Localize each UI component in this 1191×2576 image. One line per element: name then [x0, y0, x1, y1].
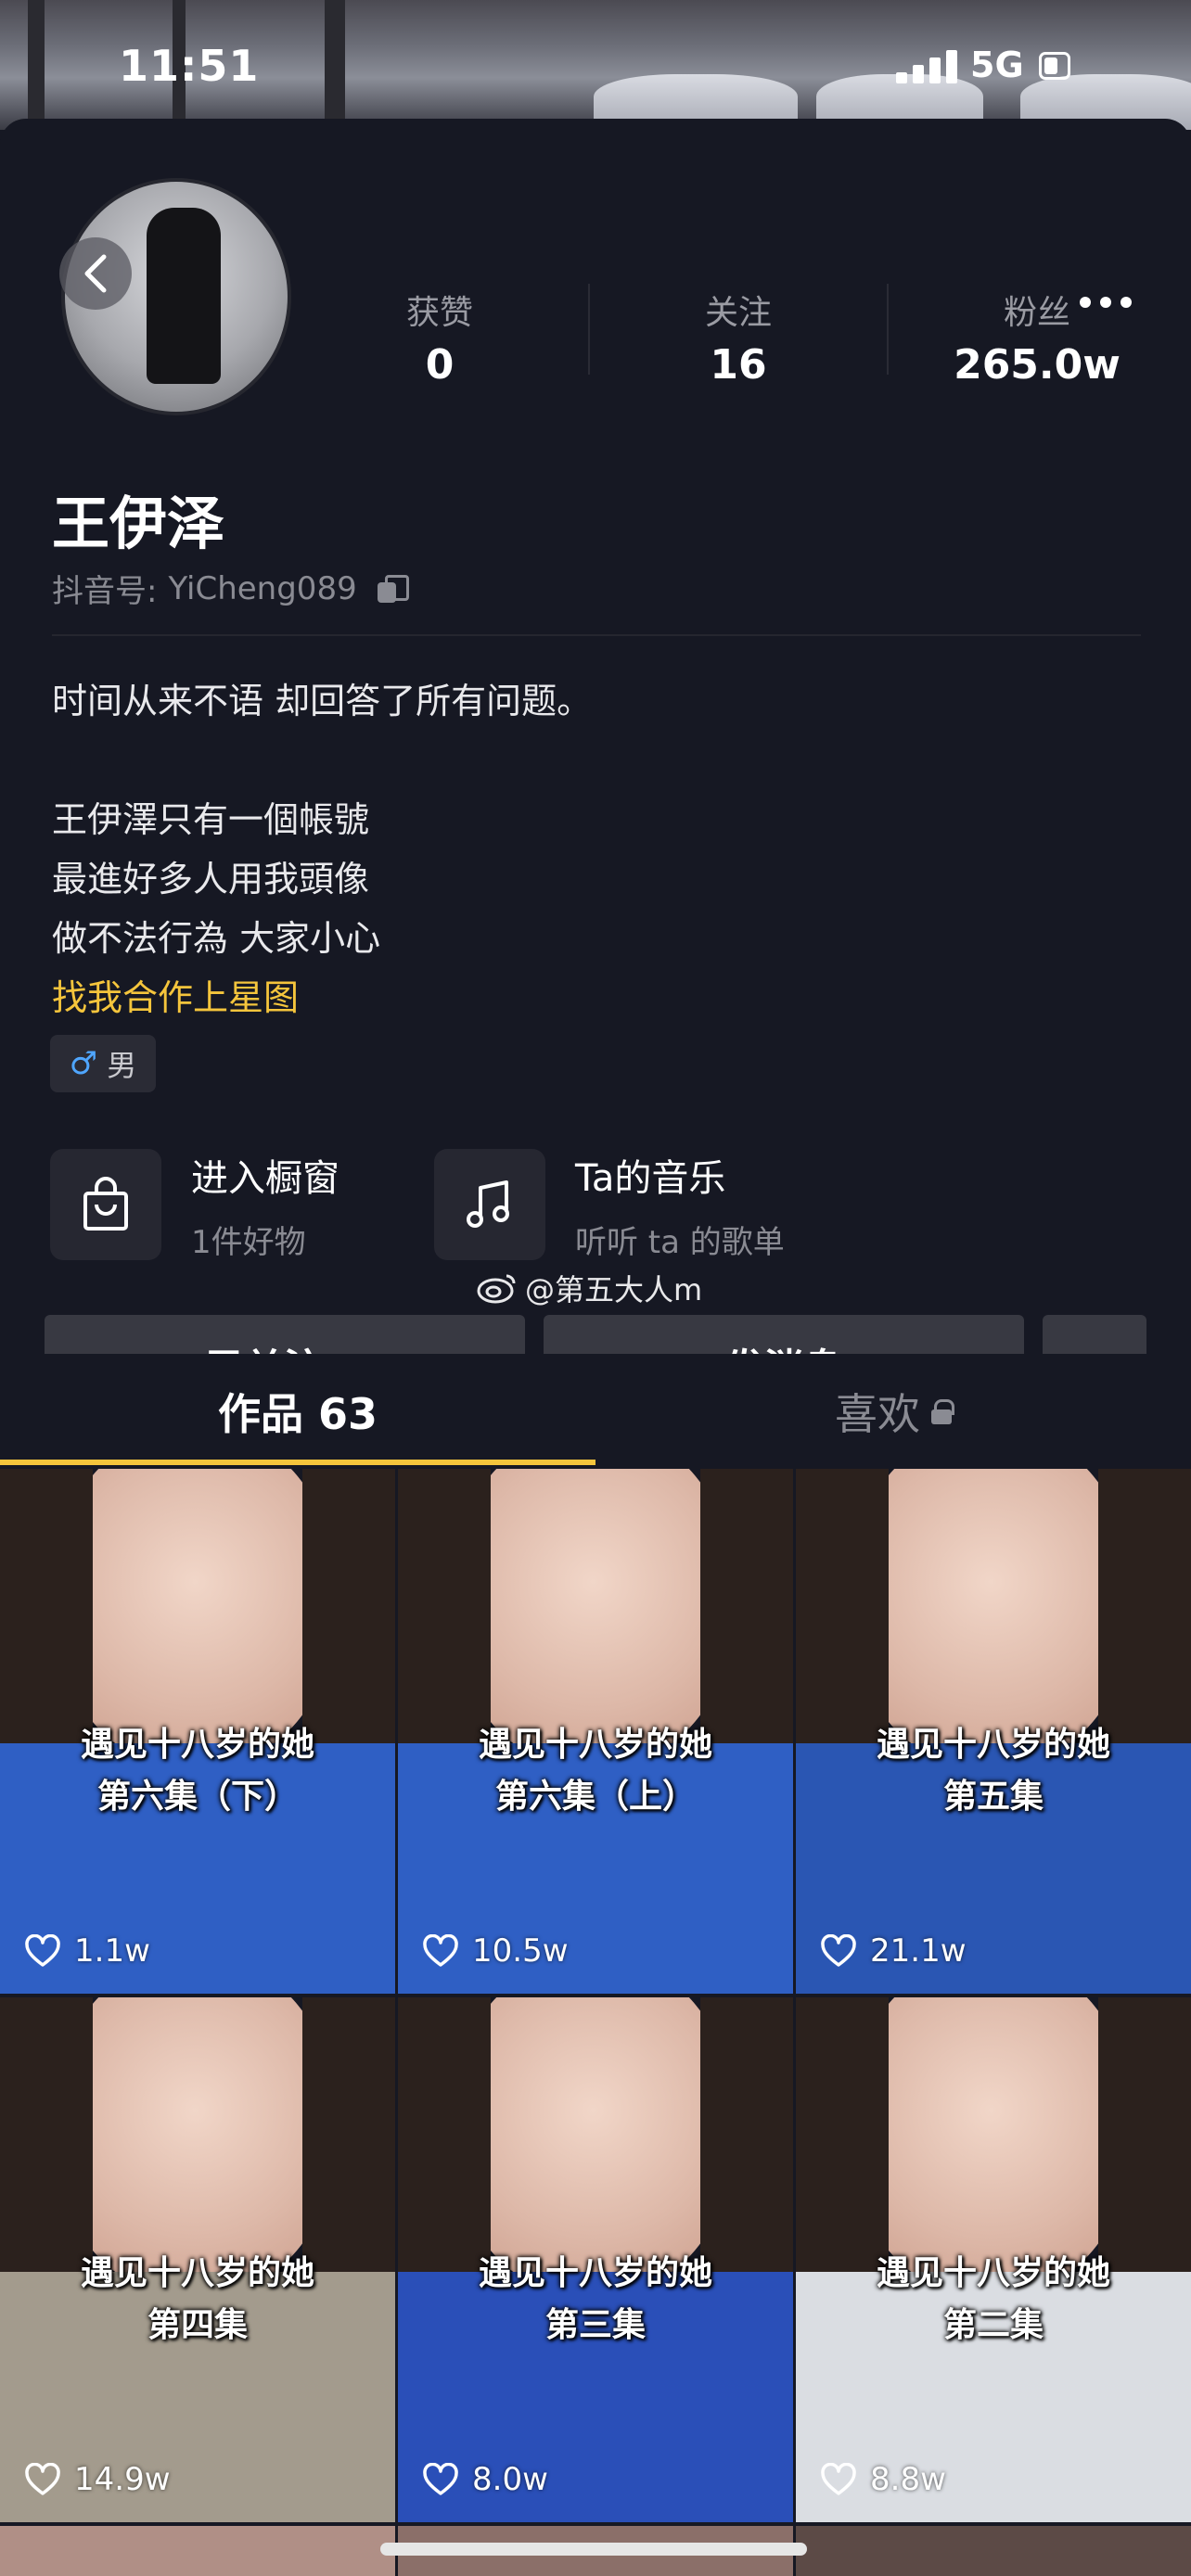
video-thumbnail[interactable]: 遇见十八岁的她 第五集 21.1w — [796, 1469, 1191, 1994]
video-caption: 遇见十八岁的她 第六集（上） — [478, 1726, 712, 1816]
network-type: 5G — [970, 45, 1024, 85]
video-caption: 遇见十八岁的她 第二集 — [876, 2254, 1110, 2344]
bio-line: 王伊澤只有一個帳號 — [52, 799, 370, 840]
status-time: 11:51 — [119, 41, 260, 91]
like-count: 14.9w — [24, 2461, 171, 2498]
douyin-id-value: YiCheng089 — [168, 569, 357, 607]
heart-icon — [25, 1934, 60, 1967]
bio-line: 最進好多人用我頭像 — [52, 859, 370, 899]
tab-works[interactable]: 作品 63 — [0, 1354, 596, 1469]
divider — [52, 634, 1141, 636]
chevron-left-icon — [84, 254, 107, 293]
like-count: 8.0w — [422, 2461, 548, 2498]
back-button[interactable] — [59, 237, 132, 310]
bio-line: 做不法行為 大家小心 — [52, 918, 381, 959]
music-note-icon — [434, 1149, 545, 1260]
shopping-bag-icon — [50, 1149, 161, 1260]
douyin-id-label: 抖音号: — [52, 573, 158, 610]
tab-likes[interactable]: 喜欢 — [596, 1354, 1191, 1469]
home-indicator[interactable] — [380, 2543, 807, 2556]
copy-icon[interactable] — [377, 574, 409, 603]
like-count: 1.1w — [24, 1932, 150, 1970]
status-bar: 11:51 5G — [0, 0, 1191, 130]
weibo-icon — [477, 1274, 516, 1304]
stat-following[interactable]: 关注 16 — [590, 286, 887, 389]
video-thumbnail[interactable]: 遇见十八岁的她 第六集（下） 1.1w — [0, 1469, 395, 1994]
music-entry[interactable]: Ta的音乐 听听 ta 的歌单 — [434, 1148, 785, 1261]
male-icon: ♂ — [69, 1045, 98, 1082]
business-link[interactable]: 找我合作上星图 — [52, 968, 592, 1027]
active-tab-indicator — [0, 1460, 596, 1465]
bio-line: 时间从来不语 却回答了所有问题。 — [52, 681, 593, 721]
shop-window-entry[interactable]: 进入橱窗 1件好物 — [50, 1148, 339, 1261]
video-thumbnail[interactable] — [0, 2526, 395, 2576]
bio: 时间从来不语 却回答了所有问题。 王伊澤只有一個帳號 最進好多人用我頭像 做不法… — [52, 671, 592, 1027]
video-thumbnail[interactable] — [796, 2526, 1191, 2576]
heart-icon — [423, 1934, 458, 1967]
shop-window-title: 进入橱窗 — [191, 1156, 339, 1200]
music-title: Ta的音乐 — [575, 1156, 726, 1200]
music-subtitle: 听听 ta 的歌单 — [575, 1223, 785, 1261]
stat-followers[interactable]: 粉丝 265.0w — [889, 286, 1185, 389]
video-caption: 遇见十八岁的她 第五集 — [876, 1726, 1110, 1816]
video-caption: 遇见十八岁的她 第四集 — [80, 2254, 314, 2344]
like-count: 21.1w — [820, 1932, 967, 1970]
shop-window-subtitle: 1件好物 — [191, 1223, 306, 1261]
stat-likes[interactable]: 获赞 0 — [291, 286, 588, 389]
lock-icon — [931, 1399, 954, 1424]
heart-icon — [821, 2463, 856, 2495]
like-count: 10.5w — [422, 1932, 569, 1970]
content-tabs: 作品 63 喜欢 — [0, 1354, 1191, 1469]
profile-name: 王伊泽 — [52, 490, 225, 557]
video-thumbnail[interactable]: 遇见十八岁的她 第三集 8.0w — [398, 1997, 793, 2522]
heart-icon — [25, 2463, 60, 2495]
battery-icon — [1039, 52, 1070, 80]
gender-label: 男 — [107, 1048, 137, 1083]
more-options-icon[interactable] — [1080, 289, 1135, 315]
weibo-watermark: @第五大人m — [477, 1267, 702, 1309]
video-caption: 遇见十八岁的她 第三集 — [478, 2254, 712, 2344]
gender-badge: ♂ 男 — [50, 1035, 156, 1092]
video-thumbnail[interactable]: 遇见十八岁的她 第六集（上） 10.5w — [398, 1469, 793, 1994]
video-thumbnail[interactable]: 遇见十八岁的她 第四集 14.9w — [0, 1997, 395, 2522]
video-thumbnail[interactable]: 遇见十八岁的她 第二集 8.8w — [796, 1997, 1191, 2522]
signal-icon — [896, 46, 957, 83]
like-count: 8.8w — [820, 2461, 946, 2498]
heart-icon — [821, 1934, 856, 1967]
heart-icon — [423, 2463, 458, 2495]
video-caption: 遇见十八岁的她 第六集（下） — [80, 1726, 314, 1816]
douyin-id: 抖音号: YiCheng089 — [52, 566, 409, 611]
